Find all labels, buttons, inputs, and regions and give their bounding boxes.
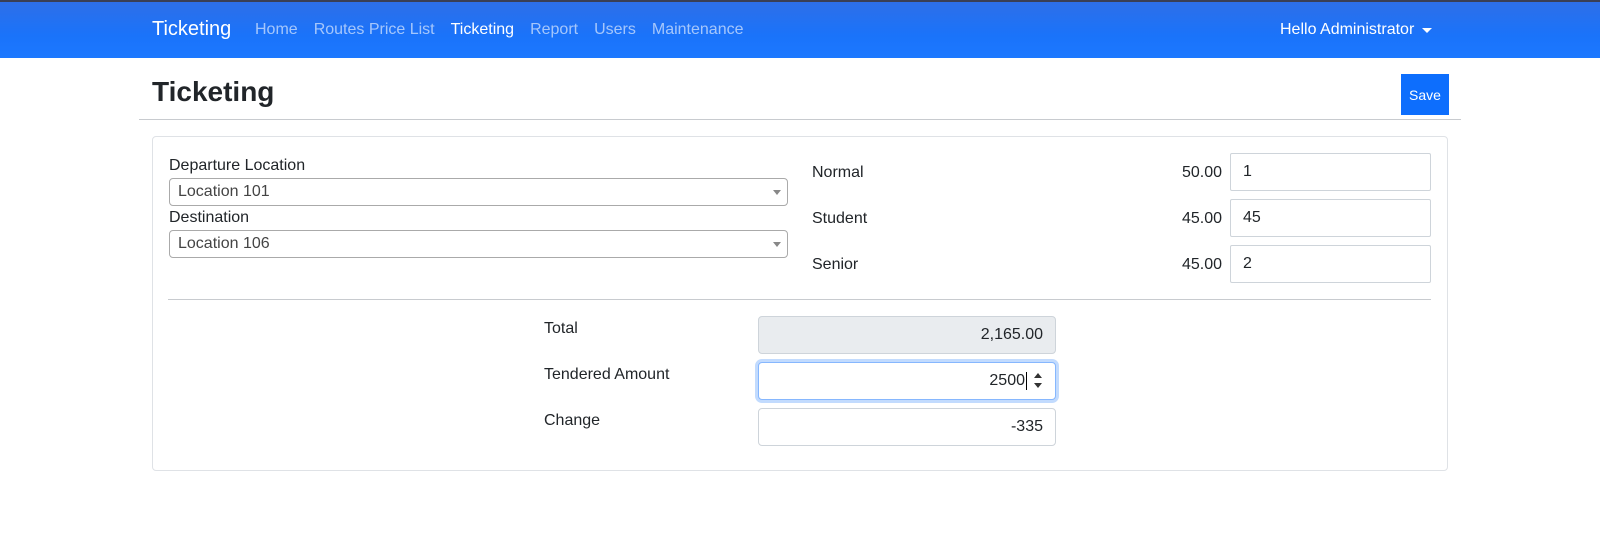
spinner-down-icon[interactable] [1034, 383, 1042, 388]
number-spinner[interactable] [1033, 371, 1043, 391]
tendered-amount-input[interactable]: 2500 [758, 362, 1056, 400]
total-field: 2,165.00 [758, 316, 1056, 354]
fare-type-normal: Normal [812, 164, 864, 181]
nav-link-report[interactable]: Report [530, 21, 578, 39]
destination-select-value: Location 106 [178, 235, 270, 252]
nav-links: Home Routes Price List Ticketing Report … [255, 21, 760, 39]
dropdown-arrow-icon [773, 242, 781, 247]
navbar-brand[interactable]: Ticketing [152, 18, 231, 41]
nav-link-routes-price-list[interactable]: Routes Price List [314, 21, 435, 39]
page-title: Ticketing [152, 76, 275, 107]
change-field: -335 [758, 408, 1056, 446]
fare-price-student: 45.00 [1181, 210, 1222, 227]
departure-label: Departure Location [169, 157, 306, 174]
nav-link-maintenance[interactable]: Maintenance [652, 21, 744, 39]
top-navbar: Ticketing Home Routes Price List Ticketi… [0, 0, 1600, 58]
dropdown-arrow-icon [773, 190, 781, 195]
destination-label: Destination [169, 209, 250, 226]
total-label: Total [544, 320, 578, 337]
fare-type-senior: Senior [812, 256, 859, 273]
user-menu-dropdown[interactable]: Hello Administrator [1280, 21, 1433, 39]
fare-price-normal: 50.00 [1181, 164, 1222, 181]
chevron-down-icon [1422, 27, 1433, 33]
user-menu-label: Hello Administrator [1280, 21, 1415, 38]
quantity-input-normal[interactable]: 1 [1230, 153, 1431, 191]
quantity-input-student[interactable]: 45 [1230, 199, 1431, 237]
save-button[interactable]: Save [1401, 74, 1449, 115]
tendered-amount-label: Tendered Amount [544, 366, 670, 383]
header-divider [139, 119, 1461, 120]
quantity-input-senior[interactable]: 2 [1230, 245, 1431, 283]
section-divider [168, 299, 1431, 300]
text-cursor [1026, 371, 1027, 390]
nav-link-home[interactable]: Home [255, 21, 298, 39]
fare-price-senior: 45.00 [1181, 256, 1222, 273]
spinner-up-icon[interactable] [1034, 373, 1042, 378]
nav-link-ticketing[interactable]: Ticketing [451, 21, 514, 39]
nav-link-users[interactable]: Users [594, 21, 636, 39]
tendered-amount-value: 2500 [989, 372, 1025, 389]
departure-select[interactable]: Location 101 [169, 178, 788, 206]
fare-type-student: Student [812, 210, 868, 227]
destination-select[interactable]: Location 106 [169, 230, 788, 258]
departure-select-value: Location 101 [178, 183, 270, 200]
change-label: Change [544, 412, 601, 429]
